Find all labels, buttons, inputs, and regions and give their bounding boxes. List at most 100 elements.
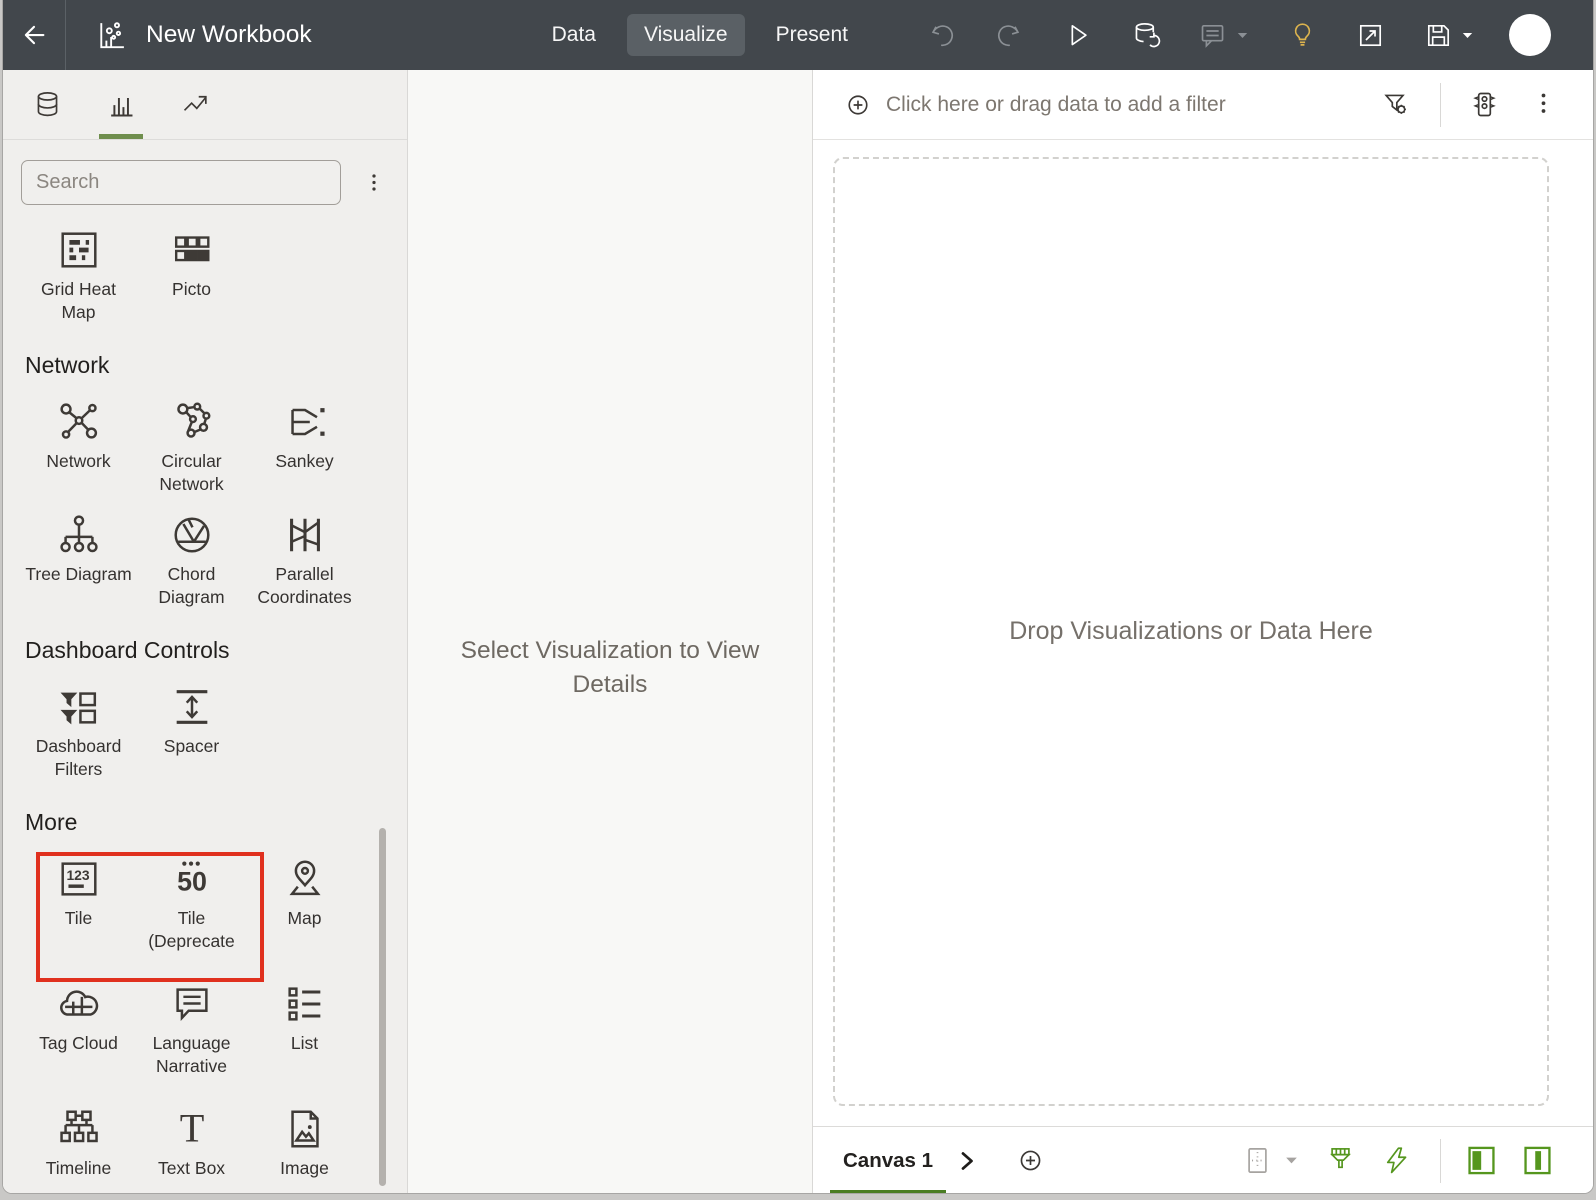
filter-placeholder[interactable]: Click here or drag data to add a filter	[886, 93, 1226, 117]
bolt-button[interactable]	[1381, 1145, 1412, 1176]
run-button[interactable]	[1062, 20, 1093, 51]
run-icon	[1071, 24, 1087, 45]
main-area: Grid Heat Map Picto Network Network Circular…	[3, 70, 1593, 1193]
viz-item-timeline[interactable]: Timeline	[22, 1106, 135, 1180]
viz-item-tile-deprecate[interactable]: 50 Tile (Deprecate	[135, 856, 248, 953]
brush-button[interactable]	[1325, 1145, 1356, 1176]
save-icon	[1427, 24, 1450, 46]
add-canvas-icon[interactable]	[1015, 1145, 1046, 1176]
viz-grid: Grid Heat Map Picto	[3, 227, 407, 324]
circular-network-icon	[169, 399, 215, 445]
viz-item-label: Picto	[172, 279, 211, 299]
divider	[1440, 1138, 1441, 1183]
bolt-icon	[1386, 1147, 1407, 1174]
divider	[1440, 82, 1441, 127]
visualizations-sidebar: Grid Heat Map Picto Network Network Circular…	[3, 70, 408, 1193]
viz-item-label: Tag Cloud	[39, 1033, 118, 1053]
viz-item-image[interactable]: Image	[248, 1106, 361, 1180]
viz-item-label: Grid Heat Map	[41, 279, 116, 322]
canvas-layout-button[interactable]	[1242, 1145, 1273, 1176]
viz-item-label: Network	[46, 451, 111, 471]
back-button[interactable]	[3, 0, 66, 70]
search-input[interactable]	[21, 160, 341, 205]
panel-right-icon	[1524, 1146, 1551, 1175]
kebab-button[interactable]	[1528, 89, 1559, 120]
canvas-tab[interactable]: Canvas 1	[830, 1127, 947, 1193]
viz-item-tree-diagram[interactable]: Tree Diagram	[22, 512, 135, 609]
refresh-data-button[interactable]	[1130, 20, 1161, 51]
canvas-toolbar	[1217, 1138, 1553, 1183]
viz-item-label: List	[290, 1033, 319, 1053]
sidebar-scrollbar[interactable]	[379, 828, 386, 1186]
detail-placeholder: Select Visualization to View Details	[460, 637, 760, 698]
panel-left-button[interactable]	[1466, 1145, 1497, 1176]
viz-item-language-narrative[interactable]: Language Narrative	[135, 981, 248, 1078]
sidebar-tab-analytics[interactable]	[173, 70, 217, 139]
filter-settings-icon	[1384, 94, 1406, 114]
drop-zone[interactable]: Drop Visualizations or Data Here	[833, 157, 1549, 1106]
detail-panel: Select Visualization to View Details	[408, 70, 813, 1193]
caret-down-button[interactable]	[1283, 1152, 1300, 1169]
tab-visualize[interactable]: Visualize	[626, 14, 745, 56]
timeline-icon	[56, 1106, 102, 1152]
tree-diagram-icon	[56, 512, 102, 558]
canvas-tab-menu-icon[interactable]	[955, 1149, 979, 1173]
viz-item-grid-heat-map[interactable]: Grid Heat Map	[22, 227, 135, 324]
avatar[interactable]	[1509, 14, 1551, 56]
sidebar-icon-tabs	[3, 70, 407, 140]
filter-settings-button[interactable]	[1381, 89, 1412, 120]
filter-bar: Click here or drag data to add a filter	[813, 70, 1593, 140]
visualizations-icon	[110, 98, 132, 117]
viz-item-map[interactable]: Map	[248, 856, 361, 953]
comment-button[interactable]	[1198, 20, 1250, 51]
tag-cloud-icon	[56, 981, 102, 1027]
save-button[interactable]	[1423, 20, 1475, 51]
viz-item-sankey[interactable]: Sankey	[248, 399, 361, 496]
back-arrow-icon	[24, 25, 45, 45]
tab-present[interactable]: Present	[759, 14, 865, 56]
image-icon	[282, 1106, 328, 1152]
section-heading-network: Network	[25, 352, 110, 378]
data-quality-button[interactable]	[1469, 89, 1500, 120]
top-bar: New Workbook Data Visualize Present	[3, 0, 1593, 70]
viz-item-dashboard-filters[interactable]: Dashboard Filters	[22, 684, 135, 781]
chord-diagram-icon	[169, 512, 215, 558]
tile-icon: 123	[56, 856, 102, 902]
sidebar-tab-data-panel[interactable]	[25, 70, 69, 139]
viz-item-picto[interactable]: Picto	[135, 227, 248, 324]
viz-item-tile[interactable]: 123 Tile	[22, 856, 135, 953]
filter-bar-icons	[1353, 82, 1559, 127]
viz-item-label: Tile	[64, 908, 93, 928]
viz-item-list[interactable]: List	[248, 981, 361, 1078]
grid-heat-map-icon	[56, 227, 102, 273]
canvas-tab-label: Canvas 1	[843, 1148, 934, 1172]
text-box-icon: T	[169, 1106, 215, 1152]
viz-item-label: Timeline	[45, 1158, 112, 1178]
viz-grid: Dashboard Filters Spacer	[3, 684, 407, 781]
redo-button[interactable]	[994, 20, 1025, 51]
sidebar-menu-icon[interactable]	[361, 168, 387, 198]
insight-button[interactable]	[1287, 20, 1318, 51]
viz-item-parallel-coordinates[interactable]: Parallel Coordinates	[248, 512, 361, 609]
viz-item-label: Text Box	[157, 1158, 226, 1178]
open-window-button[interactable]	[1355, 20, 1386, 51]
sidebar-tab-visualizations[interactable]	[99, 70, 143, 139]
comment-icon	[1201, 24, 1224, 48]
section-heading-more: More	[25, 809, 78, 835]
viz-item-label: Sankey	[275, 451, 334, 471]
map-icon	[282, 856, 328, 902]
add-filter-icon[interactable]	[844, 91, 872, 119]
viz-item-tag-cloud[interactable]: Tag Cloud	[22, 981, 135, 1078]
viz-item-chord-diagram[interactable]: Chord Diagram	[135, 512, 248, 609]
viz-item-circular-network[interactable]: Circular Network	[135, 399, 248, 496]
svg-text:123: 123	[66, 867, 89, 883]
panel-right-button[interactable]	[1522, 1145, 1553, 1176]
viz-item-text-box[interactable]: T Text Box	[135, 1106, 248, 1180]
tab-data[interactable]: Data	[535, 14, 613, 56]
viz-grid: 123 Tile 50 Tile (Deprecate Map Tag Cloud Lang…	[3, 852, 407, 1180]
dashboard-filters-icon	[56, 684, 102, 730]
viz-item-spacer[interactable]: Spacer	[135, 684, 248, 781]
undo-button[interactable]	[926, 20, 957, 51]
canvas-tab-bar: Canvas 1	[813, 1126, 1593, 1193]
viz-item-network[interactable]: Network	[22, 399, 135, 496]
